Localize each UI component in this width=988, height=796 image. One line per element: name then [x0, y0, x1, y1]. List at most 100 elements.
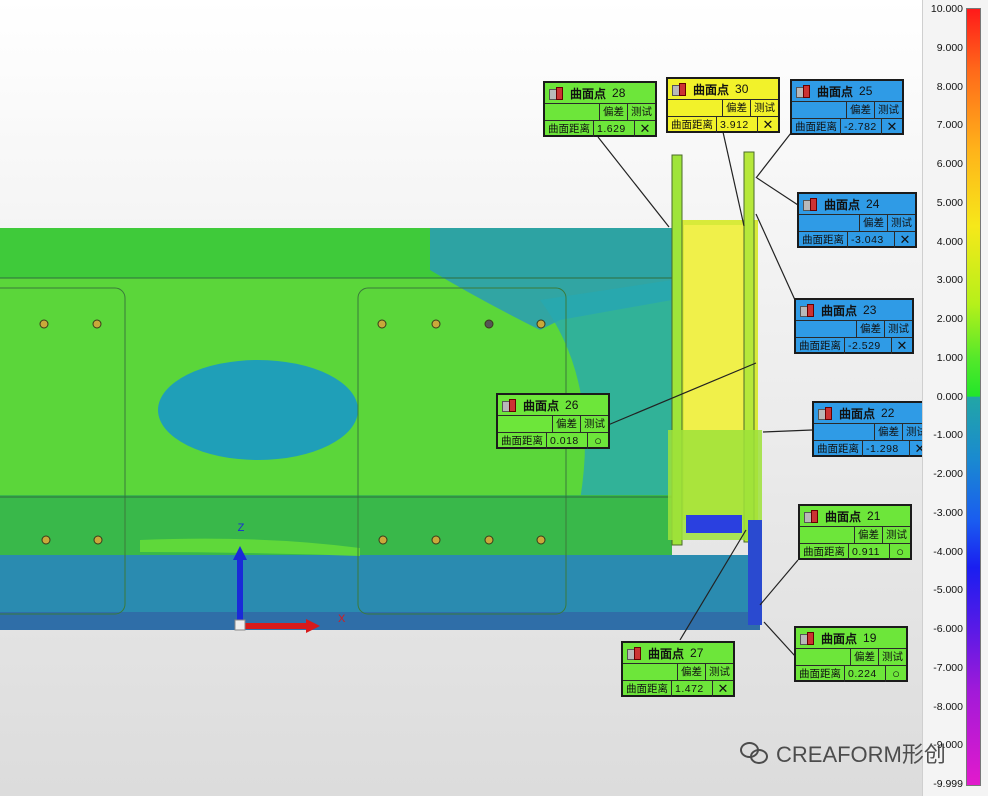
- deviation-value: -3.043: [851, 234, 884, 246]
- legend-tick: 6.000: [936, 158, 963, 170]
- legend-tick: 8.000: [936, 80, 963, 93]
- test-header: 测试: [878, 649, 906, 665]
- legend-tick: 10.000: [930, 3, 963, 15]
- callout-number: 25: [859, 84, 873, 98]
- legend-tick: -1.000: [933, 429, 963, 442]
- deviation-header: 偏差: [599, 104, 627, 120]
- wechat-icon: [740, 742, 768, 764]
- surface-distance-label: 曲面距离: [814, 441, 863, 457]
- callout-point-26[interactable]: 曲面点 26 偏差 测试 曲面距离 0.018 ○: [496, 393, 610, 449]
- fail-icon: ✕: [881, 119, 902, 135]
- surface-distance-label: 曲面距离: [498, 433, 547, 449]
- axes-origin: [234, 619, 246, 631]
- callout-point-24[interactable]: 曲面点 24 偏差 测试 曲面距离 -3.043 ✕: [797, 192, 917, 248]
- deviation-header: 偏差: [552, 416, 580, 432]
- test-header: 测试: [884, 321, 912, 337]
- legend-tick: 2.000: [936, 313, 963, 325]
- callout-title: 曲面点: [570, 86, 607, 101]
- legend-tick: -4.000: [933, 545, 963, 558]
- legend-tick: 1.000: [936, 351, 963, 364]
- pass-icon: ○: [587, 433, 608, 449]
- surface-distance-label: 曲面距离: [545, 121, 594, 137]
- fail-icon: ✕: [891, 338, 912, 354]
- z-axis-label: Z: [238, 522, 245, 534]
- test-header: 测试: [874, 102, 902, 118]
- callout-point-19[interactable]: 曲面点 19 偏差 测试 曲面距离 0.224 ○: [794, 626, 908, 682]
- test-header: 测试: [902, 424, 922, 440]
- surface-distance-label: 曲面距离: [623, 681, 672, 697]
- watermark: CREAFORM形创: [740, 737, 946, 769]
- callout-point-25[interactable]: 曲面点 25 偏差 测试 曲面距离 -2.782 ✕: [790, 79, 904, 135]
- callout-point-30[interactable]: 曲面点 30 偏差 测试 曲面距离 3.912 ✕: [666, 77, 780, 133]
- callout-point-21[interactable]: 曲面点 21 偏差 测试 曲面距离 0.911 ○: [798, 504, 912, 560]
- deviation-header: 偏差: [856, 321, 884, 337]
- body-base-edge: [0, 612, 760, 630]
- point-icon: [817, 406, 833, 420]
- deviation-header: 偏差: [854, 527, 882, 543]
- surface-distance-label: 曲面距离: [796, 666, 845, 682]
- callout-point-28[interactable]: 曲面点 28 偏差 测试 曲面距离 1.629 ✕: [543, 81, 657, 137]
- deviation-value: -2.782: [844, 121, 877, 133]
- end-foot: [748, 520, 762, 625]
- x-axis-label: X: [338, 613, 346, 625]
- surface-distance-label: 曲面距离: [796, 338, 845, 354]
- 3d-viewport[interactable]: Z X 曲面点 28 偏差 测试 曲面距离 1.629 ✕ 曲面点 30 偏差 测试 曲面距…: [0, 0, 922, 796]
- callout-title: 曲面点: [839, 406, 876, 421]
- callout-point-22[interactable]: 曲面点 22 偏差 测试 曲面距离 -1.298 ✕: [812, 401, 922, 457]
- fail-icon: ✕: [894, 232, 915, 248]
- callout-point-23[interactable]: 曲面点 23 偏差 测试 曲面距离 -2.529 ✕: [794, 298, 914, 354]
- point-icon: [795, 84, 811, 98]
- deviation-header: 偏差: [874, 424, 902, 440]
- deviation-header: 偏差: [850, 649, 878, 665]
- point-icon: [626, 646, 642, 660]
- callout-number: 22: [881, 406, 895, 420]
- deviation-header: 偏差: [722, 100, 750, 116]
- callout-title: 曲面点: [825, 509, 862, 524]
- legend-tick: 3.000: [936, 274, 963, 287]
- callout-title: 曲面点: [693, 82, 730, 97]
- color-scale-legend: 10.000 9.000 8.000 7.000 6.000 5.000 4.000 3.00…: [922, 0, 988, 796]
- deviation-value: -1.298: [866, 443, 899, 455]
- scan-model[interactable]: Z X: [0, 0, 922, 796]
- legend-tick: 4.000: [936, 235, 963, 248]
- point-icon: [799, 303, 815, 317]
- legend-tick: 0.000: [936, 390, 963, 403]
- color-bar: [966, 8, 981, 786]
- callout-number: 26: [565, 398, 579, 412]
- blue-patch-ellipse: [158, 360, 358, 460]
- callout-title: 曲面点: [821, 303, 858, 318]
- point-icon: [548, 86, 564, 100]
- legend-tick: -8.000: [933, 700, 963, 713]
- point-icon: [501, 398, 517, 412]
- callout-title: 曲面点: [817, 84, 854, 99]
- point-icon: [803, 509, 819, 523]
- fail-icon: ✕: [909, 441, 922, 457]
- callout-point-27[interactable]: 曲面点 27 偏差 测试 曲面距离 1.472 ✕: [621, 641, 735, 697]
- fail-icon: ✕: [757, 117, 778, 133]
- callout-number: 28: [612, 86, 626, 100]
- end-blue-slot: [686, 515, 742, 533]
- legend-tick: 5.000: [936, 196, 963, 209]
- test-header: 测试: [887, 215, 915, 231]
- test-header: 测试: [750, 100, 778, 116]
- pass-icon: ○: [889, 544, 910, 560]
- pass-icon: ○: [885, 666, 906, 682]
- deviation-value: 1.472: [675, 683, 704, 695]
- legend-tick: -5.000: [933, 584, 963, 597]
- callout-number: 27: [690, 646, 704, 660]
- deviation-value: 0.018: [550, 435, 579, 447]
- deviation-value: 0.224: [848, 668, 877, 680]
- deviation-value: 1.629: [597, 123, 626, 135]
- deviation-header: 偏差: [859, 215, 887, 231]
- surface-distance-label: 曲面距离: [799, 232, 848, 248]
- legend-tick: 9.000: [936, 41, 963, 54]
- legend-tick: -9.999: [933, 778, 963, 790]
- surface-distance-label: 曲面距离: [668, 117, 717, 133]
- watermark-text: CREAFORM形创: [776, 742, 946, 767]
- deviation-header: 偏差: [846, 102, 874, 118]
- callout-title: 曲面点: [648, 646, 685, 661]
- point-icon: [799, 631, 815, 645]
- test-header: 测试: [705, 664, 733, 680]
- callout-title: 曲面点: [824, 197, 861, 212]
- point-icon: [671, 82, 687, 96]
